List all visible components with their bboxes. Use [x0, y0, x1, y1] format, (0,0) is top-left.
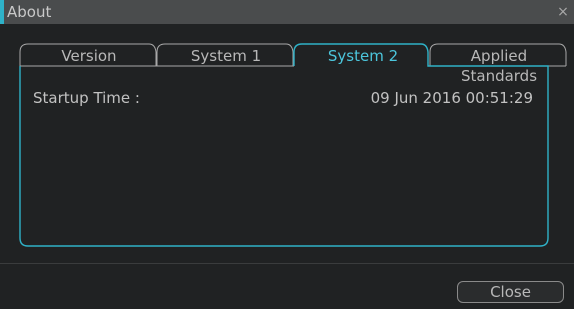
tab-applied-standards[interactable]: Applied Standards [432, 46, 566, 85]
startup-time-label: Startup Time : [33, 89, 140, 107]
startup-time-row: Startup Time : 09 Jun 2016 00:51:29 [33, 88, 533, 108]
close-button[interactable]: Close [457, 281, 564, 303]
startup-time-value: 09 Jun 2016 00:51:29 [370, 89, 533, 107]
tab-system-2[interactable]: System 2 [302, 46, 424, 66]
tab-system-1[interactable]: System 1 [165, 46, 287, 66]
footer-divider [0, 263, 574, 264]
tab-version[interactable]: Version [28, 46, 150, 66]
about-dialog: About × Version System 1 System 2 Applie… [0, 0, 574, 309]
